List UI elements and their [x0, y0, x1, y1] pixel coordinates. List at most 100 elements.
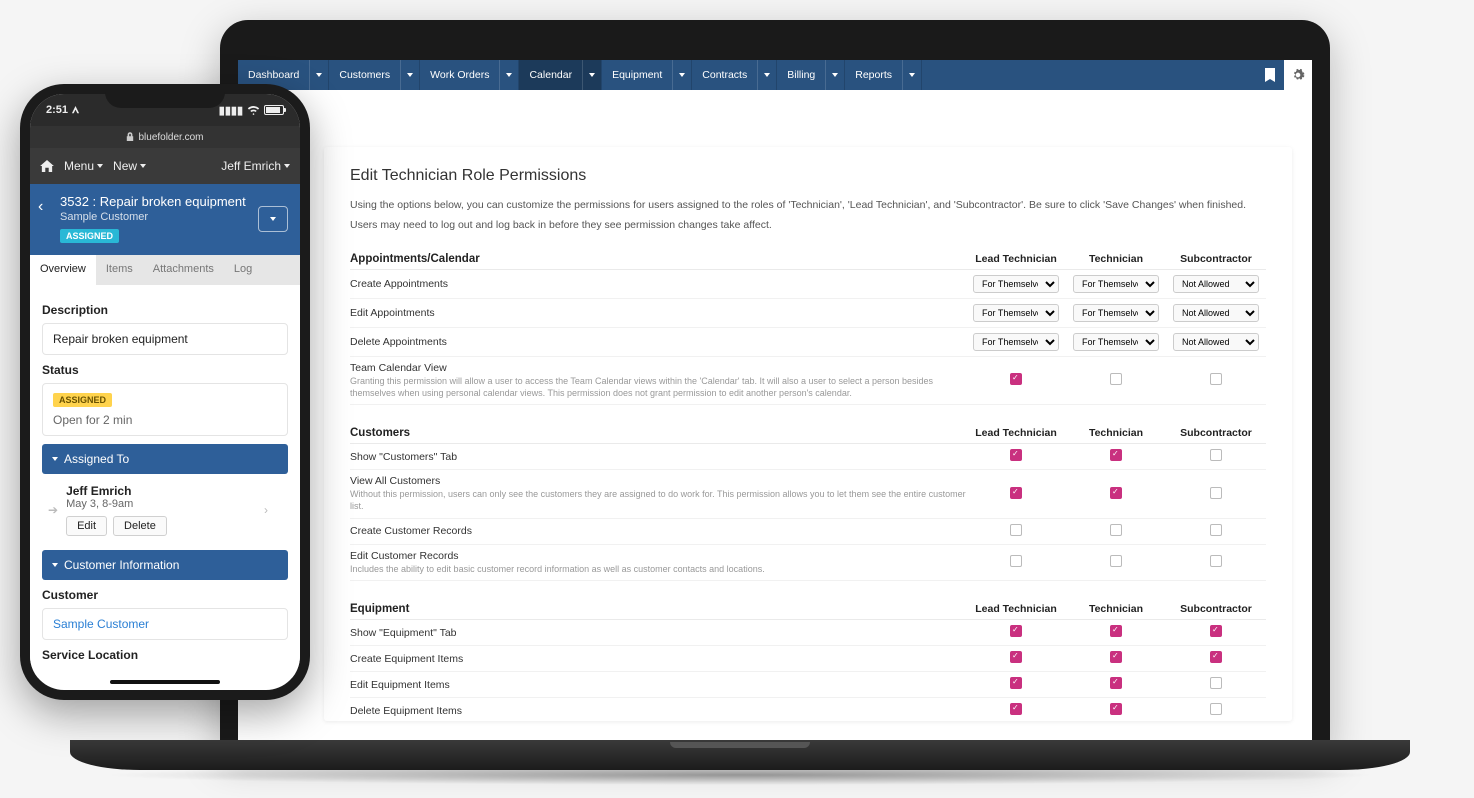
perm-checkbox[interactable] [1210, 651, 1222, 663]
nav-caret[interactable] [309, 60, 328, 90]
perm-checkbox[interactable] [1010, 487, 1022, 499]
nav-calendar[interactable]: Calendar [519, 60, 602, 90]
bookmark-icon[interactable] [1256, 60, 1284, 90]
perm-select[interactable]: For Themselves [973, 304, 1059, 322]
perm-select[interactable]: Not Allowed [1173, 333, 1259, 351]
status-time-text: Open for 2 min [53, 413, 277, 427]
help-text-2: Users may need to log out and log back i… [350, 219, 1266, 231]
perm-checkbox[interactable] [1210, 449, 1222, 461]
perm-checkbox[interactable] [1110, 625, 1122, 637]
nav-new[interactable]: New [113, 159, 146, 173]
perm-select[interactable]: Not Allowed [1173, 275, 1259, 293]
service-location-label: Service Location [42, 648, 288, 662]
top-navigation: DashboardCustomersWork OrdersCalendarEqu… [238, 60, 1312, 90]
nav-item-label[interactable]: Contracts [692, 60, 757, 90]
nav-item-label[interactable]: Reports [845, 60, 902, 90]
signal-icon: ▮▮▮▮ [219, 104, 243, 117]
phone-screen: 2:51 ▮▮▮▮ bluefolder.com Menu New Jeff E… [30, 94, 300, 690]
nav-user[interactable]: Jeff Emrich [221, 159, 290, 173]
tab-items[interactable]: Items [96, 255, 143, 285]
perm-row: Delete Equipment Items [350, 698, 1266, 721]
nav-caret[interactable] [902, 60, 921, 90]
perm-section-title: Appointments/Calendar [350, 253, 966, 265]
perm-checkbox[interactable] [1010, 373, 1022, 385]
perm-checkbox[interactable] [1010, 677, 1022, 689]
nav-caret[interactable] [757, 60, 776, 90]
perm-checkbox[interactable] [1210, 373, 1222, 385]
back-icon[interactable]: ‹ [38, 198, 43, 216]
nav-billing[interactable]: Billing [777, 60, 845, 90]
perm-select[interactable]: For Themselves [973, 275, 1059, 293]
perm-checkbox[interactable] [1010, 703, 1022, 715]
status-card[interactable]: ASSIGNED Open for 2 min [42, 383, 288, 436]
perm-row: Show "Equipment" Tab [350, 620, 1266, 646]
tab-log[interactable]: Log [224, 255, 262, 285]
nav-item-label[interactable]: Customers [329, 60, 400, 90]
assigned-to-header[interactable]: Assigned To [42, 444, 288, 474]
nav-caret[interactable] [400, 60, 419, 90]
nav-caret[interactable] [825, 60, 844, 90]
perm-checkbox[interactable] [1210, 555, 1222, 567]
perm-checkbox[interactable] [1210, 625, 1222, 637]
perm-select[interactable]: For Themselves [1073, 275, 1159, 293]
nav-item-label[interactable]: Work Orders [420, 60, 499, 90]
assignee-row[interactable]: ➔ Jeff Emrich May 3, 8-9am Edit Delete › [42, 474, 288, 546]
status-badge: ASSIGNED [53, 393, 112, 407]
home-icon[interactable] [40, 160, 54, 172]
nav-customers[interactable]: Customers [329, 60, 420, 90]
perm-checkbox[interactable] [1210, 677, 1222, 689]
perm-checkbox[interactable] [1010, 651, 1022, 663]
perm-select[interactable]: Not Allowed [1173, 304, 1259, 322]
lock-icon [126, 132, 134, 142]
tab-overview[interactable]: Overview [30, 255, 96, 285]
perm-col-header: Subcontractor [1166, 603, 1266, 615]
perm-row: Create AppointmentsFor ThemselvesFor The… [350, 270, 1266, 299]
delete-button[interactable]: Delete [113, 516, 167, 536]
perm-checkbox[interactable] [1010, 555, 1022, 567]
edit-button[interactable]: Edit [66, 516, 107, 536]
perm-select[interactable]: For Themselves [973, 333, 1059, 351]
nav-caret[interactable] [499, 60, 518, 90]
gear-icon[interactable] [1284, 60, 1312, 90]
perm-checkbox[interactable] [1010, 524, 1022, 536]
perm-checkbox[interactable] [1110, 651, 1122, 663]
perm-checkbox[interactable] [1110, 677, 1122, 689]
tab-attachments[interactable]: Attachments [143, 255, 224, 285]
nav-item-label[interactable]: Equipment [602, 60, 672, 90]
perm-checkbox[interactable] [1110, 449, 1122, 461]
perm-checkbox[interactable] [1110, 703, 1122, 715]
nav-work-orders[interactable]: Work Orders [420, 60, 519, 90]
perm-select[interactable]: For Themselves [1073, 333, 1159, 351]
perm-row: Edit Customer RecordsIncludes the abilit… [350, 545, 1266, 582]
nav-contracts[interactable]: Contracts [692, 60, 777, 90]
perm-checkbox[interactable] [1010, 449, 1022, 461]
nav-item-label[interactable]: Calendar [519, 60, 582, 90]
nav-caret[interactable] [582, 60, 601, 90]
nav-equipment[interactable]: Equipment [602, 60, 692, 90]
perm-section: Appointments/CalendarLead TechnicianTech… [350, 253, 1266, 405]
perm-checkbox[interactable] [1010, 625, 1022, 637]
customer-link-card[interactable]: Sample Customer [42, 608, 288, 640]
phone-url-bar[interactable]: bluefolder.com [30, 126, 300, 148]
description-field[interactable]: Repair broken equipment [42, 323, 288, 355]
perm-checkbox[interactable] [1110, 555, 1122, 567]
laptop-screen: DashboardCustomersWork OrdersCalendarEqu… [238, 60, 1312, 740]
hero-dropdown-button[interactable] [258, 206, 288, 232]
customer-info-header[interactable]: Customer Information [42, 550, 288, 580]
perm-label: View All Customers [350, 475, 966, 487]
nav-menu[interactable]: Menu [64, 159, 103, 173]
nav-caret[interactable] [672, 60, 691, 90]
perm-checkbox[interactable] [1210, 703, 1222, 715]
page-title: NGS [238, 90, 1312, 147]
status-badge: ASSIGNED [60, 229, 119, 243]
perm-checkbox[interactable] [1110, 487, 1122, 499]
perm-checkbox[interactable] [1110, 524, 1122, 536]
perm-label: Team Calendar View [350, 362, 966, 374]
perm-select[interactable]: For Themselves [1073, 304, 1159, 322]
perm-checkbox[interactable] [1110, 373, 1122, 385]
perm-label: Create Equipment Items [350, 653, 966, 665]
perm-checkbox[interactable] [1210, 524, 1222, 536]
nav-item-label[interactable]: Billing [777, 60, 825, 90]
nav-reports[interactable]: Reports [845, 60, 922, 90]
perm-checkbox[interactable] [1210, 487, 1222, 499]
